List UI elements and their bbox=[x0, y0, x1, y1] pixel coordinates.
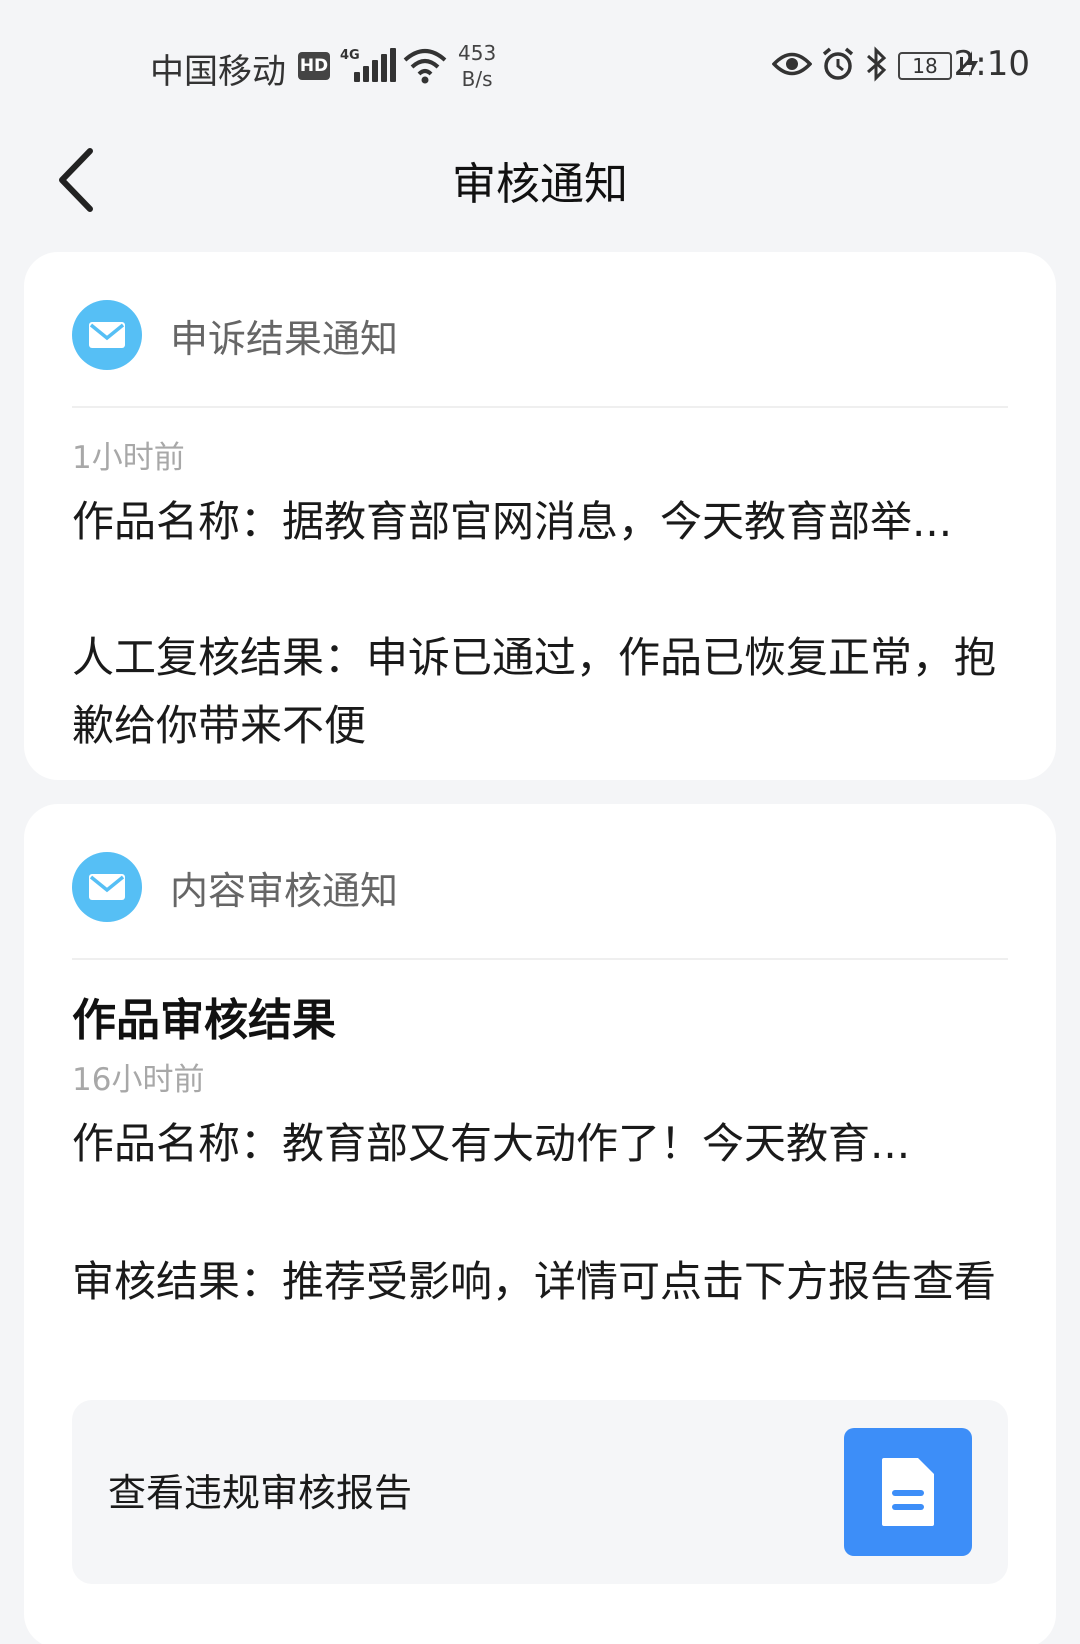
network-speed: 453 B/s bbox=[458, 41, 497, 91]
mail-icon bbox=[72, 852, 142, 922]
eye-icon bbox=[771, 49, 813, 83]
signal-icon: 4G bbox=[340, 48, 400, 82]
alarm-icon bbox=[820, 46, 856, 86]
card-title: 申诉结果通知 bbox=[170, 316, 399, 361]
notification-card-content-review[interactable]: 内容审核通知 作品审核结果 16小时前 作品名称：教育部又有大动作了！今天教育.… bbox=[24, 804, 1056, 1644]
review-result-text: 审核结果：推荐受影响，详情可点击下方报告查看 bbox=[72, 1257, 997, 1306]
review-result-text: 人工复核结果：申诉已通过，作品已恢复正常，抱歉给你带来不便 bbox=[72, 633, 997, 750]
network-type: 4G bbox=[340, 48, 360, 63]
document-icon bbox=[844, 1428, 972, 1556]
divider bbox=[72, 406, 1008, 408]
mail-icon bbox=[72, 300, 142, 370]
carrier-name: 中国移动 bbox=[150, 52, 286, 92]
card-header: 申诉结果通知 bbox=[72, 300, 398, 370]
review-result-heading: 作品审核结果 bbox=[72, 995, 336, 1046]
nav-bar: 审核通知 bbox=[0, 130, 1080, 240]
card-title: 内容审核通知 bbox=[170, 868, 399, 913]
status-icons: 18 bbox=[771, 46, 980, 86]
timestamp: 16小时前 bbox=[72, 1062, 205, 1098]
work-name-text: 作品名称：据教育部官网消息，今天教育部举... bbox=[72, 497, 953, 546]
divider bbox=[72, 958, 1008, 960]
hd-badge: HD bbox=[298, 52, 330, 80]
wifi-icon bbox=[402, 46, 448, 90]
page-title: 审核通知 bbox=[452, 159, 628, 210]
timestamp: 1小时前 bbox=[72, 440, 185, 476]
view-report-label: 查看违规审核报告 bbox=[108, 1471, 413, 1515]
bluetooth-icon bbox=[864, 46, 890, 86]
work-name-text: 作品名称：教育部又有大动作了！今天教育... bbox=[72, 1119, 911, 1168]
battery-indicator: 18 bbox=[898, 52, 952, 80]
clock: 2:10 bbox=[953, 44, 1030, 84]
notification-card-appeal[interactable]: 申诉结果通知 1小时前 作品名称：据教育部官网消息，今天教育部举... 人工复核… bbox=[24, 252, 1056, 780]
status-bar: 中国移动 HD 4G 453 B/s 18 2:10 bbox=[0, 0, 1080, 130]
view-report-button[interactable]: 查看违规审核报告 bbox=[72, 1400, 1008, 1584]
card-header: 内容审核通知 bbox=[72, 852, 398, 922]
